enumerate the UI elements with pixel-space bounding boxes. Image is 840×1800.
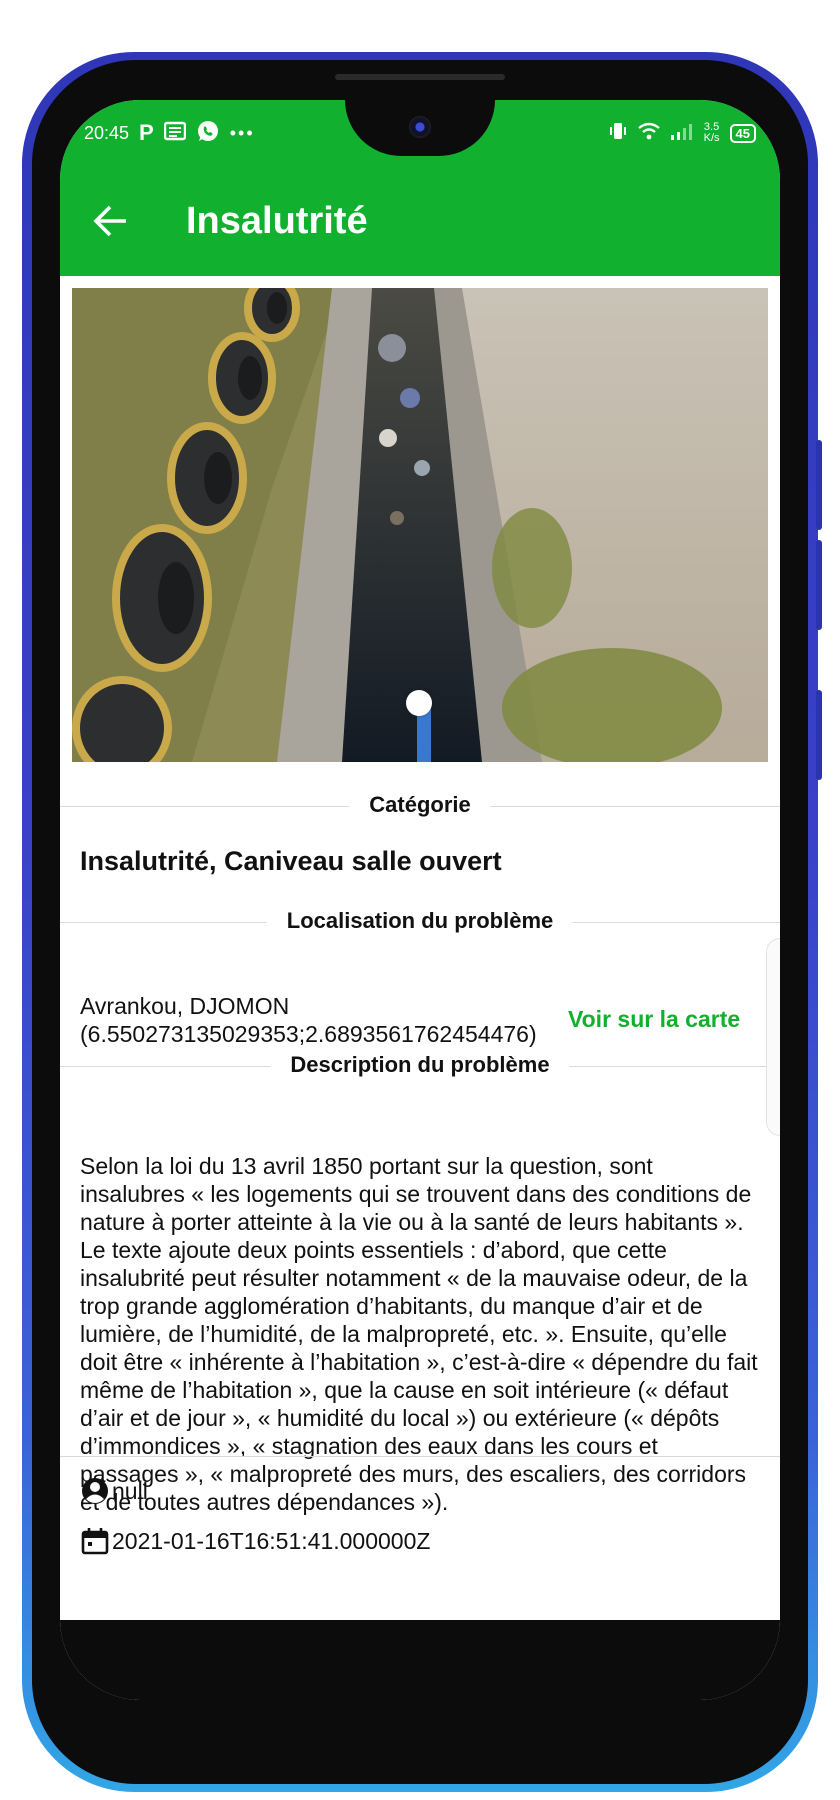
location-section-header: Localisation du problème	[60, 902, 780, 942]
category-value: Insalutrité, Caniveau salle ouvert	[80, 846, 502, 876]
front-camera	[409, 116, 431, 138]
power-button	[816, 690, 822, 780]
earpiece-speaker	[335, 74, 505, 80]
calendar-icon	[81, 1528, 109, 1555]
location-header-label: Localisation du problème	[266, 908, 574, 934]
category-header-label: Catégorie	[349, 792, 491, 818]
location-text: Avrankou, DJOMON (6.550273135029353;2.68…	[80, 992, 537, 1048]
phone-screen: 20:45 P ••• 3.5 K/s 45 Insalutrité Catég…	[60, 100, 780, 1700]
more-notifications: •••	[229, 122, 255, 143]
category-section-header: Catégorie	[60, 786, 780, 826]
description-header-label: Description du problème	[270, 1052, 570, 1078]
reporter-name: null	[112, 1477, 148, 1504]
location-coordinates: (6.550273135029353;2.6893561762454476)	[80, 1021, 537, 1047]
screen-bottom-bezel	[60, 1620, 780, 1700]
cell-signal-icon	[670, 122, 694, 145]
status-right: 3.5 K/s 45	[608, 121, 756, 146]
carousel-indicator-dot[interactable]	[406, 690, 432, 716]
battery-icon: 45	[729, 123, 756, 143]
report-date: 2021-01-16T16:51:41.000000Z	[112, 1527, 431, 1554]
network-speed-unit: K/s	[703, 132, 720, 144]
vibrate-icon	[608, 121, 628, 146]
date-row: 2021-01-16T16:51:41.000000Z	[80, 1526, 430, 1556]
view-on-map-link[interactable]: Voir sur la carte	[568, 1006, 740, 1033]
back-button[interactable]	[60, 166, 160, 276]
news-icon	[163, 121, 186, 146]
account-circle-icon	[82, 1478, 108, 1504]
volume-down-button	[816, 540, 822, 630]
page-title: Insalutrité	[186, 199, 368, 242]
whatsapp-icon	[196, 119, 220, 148]
wifi-icon	[637, 122, 660, 145]
volume-up-button	[816, 440, 822, 530]
network-speed: 3.5 K/s	[704, 122, 720, 144]
side-edge-handle	[766, 938, 780, 1136]
arrow-left-icon	[93, 205, 126, 237]
description-section-header: Description du problème	[60, 1046, 780, 1086]
app-bar: Insalutrité	[60, 166, 780, 276]
status-left: 20:45 P •••	[84, 119, 255, 148]
description-text: Selon la loi du 13 avril 1850 portant su…	[80, 1153, 758, 1515]
divider	[60, 1456, 780, 1457]
reporter-row: null	[80, 1476, 148, 1506]
parking-app-icon: P	[139, 120, 154, 145]
problem-photo-carousel[interactable]	[72, 288, 768, 762]
location-address: Avrankou, DJOMON	[80, 993, 290, 1019]
clock: 20:45	[84, 122, 130, 143]
